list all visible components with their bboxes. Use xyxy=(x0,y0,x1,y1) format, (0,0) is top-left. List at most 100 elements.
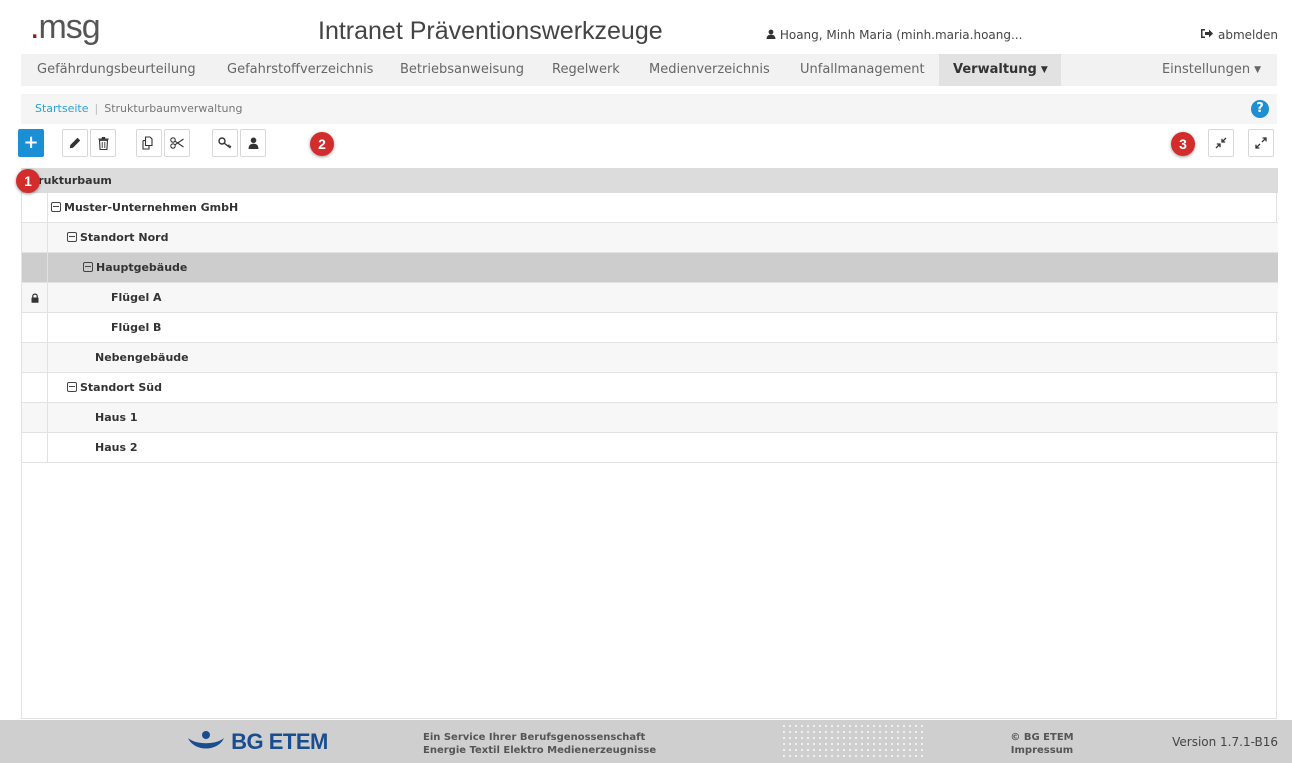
breadcrumb-home-link[interactable]: Startseite xyxy=(35,102,89,115)
copyright-text: © BG ETEM xyxy=(1010,732,1074,743)
nav-item-verwaltung[interactable]: Verwaltung ▼ xyxy=(939,54,1061,86)
bg-etem-brand: BG ETEM xyxy=(231,729,328,754)
tree-node-label: Flügel B xyxy=(111,321,162,334)
edit-button[interactable] xyxy=(62,129,88,157)
delete-button[interactable] xyxy=(90,129,116,157)
nav-item-einstellungen[interactable]: Einstellungen ▼ xyxy=(1148,54,1275,86)
tree-row[interactable]: Haus 1 xyxy=(22,403,1278,433)
row-gutter xyxy=(22,313,48,342)
collapse-all-button[interactable] xyxy=(1208,129,1234,157)
tree-node: Flügel A xyxy=(111,283,162,312)
sign-out-icon xyxy=(1201,29,1214,38)
pencil-icon xyxy=(69,137,81,149)
row-gutter xyxy=(22,433,48,462)
cut-button[interactable] xyxy=(164,129,190,157)
nav-item-medienverzeichnis[interactable]: Medienverzeichnis xyxy=(635,54,784,86)
row-gutter xyxy=(22,253,48,282)
footer: BG ETEM Ein Service Ihrer Berufsgenossen… xyxy=(0,720,1292,763)
breadcrumb-current: Strukturbaumverwaltung xyxy=(104,102,243,115)
collapse-toggle-icon[interactable] xyxy=(67,232,77,242)
collapse-toggle-icon[interactable] xyxy=(83,262,93,272)
tree-row[interactable]: Haus 2 xyxy=(22,433,1278,463)
key-icon xyxy=(218,137,232,149)
trash-icon xyxy=(98,136,108,150)
nav-item-regelwerk[interactable]: Regelwerk xyxy=(538,54,634,86)
add-button[interactable]: + xyxy=(18,129,44,157)
caret-down-icon: ▼ xyxy=(1254,65,1261,75)
row-gutter xyxy=(22,343,48,372)
logout-label: abmelden xyxy=(1218,28,1278,42)
tree-node-label: Standort Nord xyxy=(80,231,169,244)
plus-icon: + xyxy=(23,132,39,153)
footer-copyright: © BG ETEM Impressum xyxy=(1002,731,1082,757)
main-nav: Gefährdungsbeurteilung Gefahrstoffverzei… xyxy=(21,54,1277,86)
logo-text: msg xyxy=(38,8,100,46)
annotation-marker-2: 2 xyxy=(310,132,334,156)
user-info[interactable]: Hoang, Minh Maria (minh.maria.hoang... xyxy=(766,28,1022,42)
tree-node-label: Muster-Unternehmen GmbH xyxy=(64,201,239,214)
tree-node: Muster-Unternehmen GmbH xyxy=(51,193,238,222)
tree-node-label: Nebengebäude xyxy=(95,351,189,364)
user-name: Hoang, Minh Maria (minh.maria.hoang... xyxy=(779,28,1023,42)
copy-button[interactable] xyxy=(136,129,162,157)
collapse-toggle-icon[interactable] xyxy=(67,382,77,392)
tree-rows: Muster-Unternehmen GmbH Standort Nord Ha… xyxy=(22,193,1278,463)
tree-row[interactable]: Standort Süd xyxy=(22,373,1278,403)
nav-item-gefahrstoffverzeichnis[interactable]: Gefahrstoffverzeichnis xyxy=(213,54,387,86)
annotation-marker-1: 1 xyxy=(16,169,40,193)
tree-header: Strukturbaum xyxy=(22,168,1278,193)
user-icon xyxy=(766,29,776,39)
caret-down-icon: ▼ xyxy=(1040,65,1048,75)
tree-node: Standort Süd xyxy=(67,373,162,402)
tree-row-selected[interactable]: Hauptgebäude xyxy=(22,253,1278,283)
tree-node: Haus 1 xyxy=(95,403,138,432)
expand-all-button[interactable] xyxy=(1248,129,1274,157)
tree-node: Hauptgebäude xyxy=(83,253,187,282)
key-button[interactable] xyxy=(212,129,238,157)
user-icon xyxy=(248,137,258,149)
breadcrumb-separator: | xyxy=(94,102,99,115)
nav-item-unfallmanagement[interactable]: Unfallmanagement xyxy=(786,54,939,86)
service-line-1: Ein Service Ihrer Berufsgenossenschaft xyxy=(423,732,646,743)
help-icon[interactable]: ? xyxy=(1251,100,1269,118)
tree-node: Standort Nord xyxy=(67,223,168,252)
row-gutter xyxy=(22,283,48,312)
nav-item-verwaltung-label: Verwaltung xyxy=(953,62,1037,77)
version-label: Version 1.7.1-B16 xyxy=(1172,735,1278,749)
tree-row[interactable]: Muster-Unternehmen GmbH xyxy=(22,193,1278,223)
dot-pattern xyxy=(781,723,925,760)
permissions-button[interactable] xyxy=(240,129,266,157)
tree-row[interactable]: Flügel B xyxy=(22,313,1278,343)
tree-row[interactable]: Nebengebäude xyxy=(22,343,1278,373)
row-gutter xyxy=(22,403,48,432)
tree-node: Nebengebäude xyxy=(95,343,189,372)
breadcrumb: Startseite | Strukturbaumverwaltung ? xyxy=(21,94,1277,124)
nav-item-einstellungen-label: Einstellungen xyxy=(1161,62,1251,77)
row-gutter xyxy=(22,373,48,402)
app-root: .msg Intranet Präventionswerkzeuge Hoang… xyxy=(0,0,1292,763)
header: .msg Intranet Präventionswerkzeuge Hoang… xyxy=(0,0,1292,52)
impressum-link[interactable]: Impressum xyxy=(1002,744,1082,757)
tree-node-label: Flügel A xyxy=(111,291,162,304)
copy-icon xyxy=(142,136,153,150)
tree-node-label: Haus 2 xyxy=(95,441,138,454)
structure-tree: Strukturbaum Muster-Unternehmen GmbH Sta… xyxy=(21,168,1278,719)
tree-node-label: Haus 1 xyxy=(95,411,138,424)
tree-node: Flügel B xyxy=(111,313,161,342)
msg-logo[interactable]: .msg xyxy=(30,8,101,46)
nav-item-betriebsanweisung[interactable]: Betriebsanweisung xyxy=(386,54,538,86)
tree-row[interactable]: Standort Nord xyxy=(22,223,1278,253)
lock-icon xyxy=(31,293,38,303)
compress-icon xyxy=(1215,137,1227,149)
annotation-marker-3: 3 xyxy=(1171,132,1195,156)
collapse-toggle-icon[interactable] xyxy=(51,202,61,212)
logout-link[interactable]: abmelden xyxy=(1200,28,1278,42)
tree-node-label: Hauptgebäude xyxy=(96,261,188,274)
scissors-icon xyxy=(170,137,184,149)
tree-row[interactable]: Flügel A xyxy=(22,283,1278,313)
bg-etem-logo[interactable]: BG ETEM xyxy=(186,729,328,757)
tree-node-label: Standort Süd xyxy=(80,381,163,394)
expand-icon xyxy=(1255,137,1267,149)
service-line-2: Energie Textil Elektro Medienerzeugnisse xyxy=(423,745,657,756)
nav-item-gefaehrdungsbeurteilung[interactable]: Gefährdungsbeurteilung xyxy=(23,54,210,86)
